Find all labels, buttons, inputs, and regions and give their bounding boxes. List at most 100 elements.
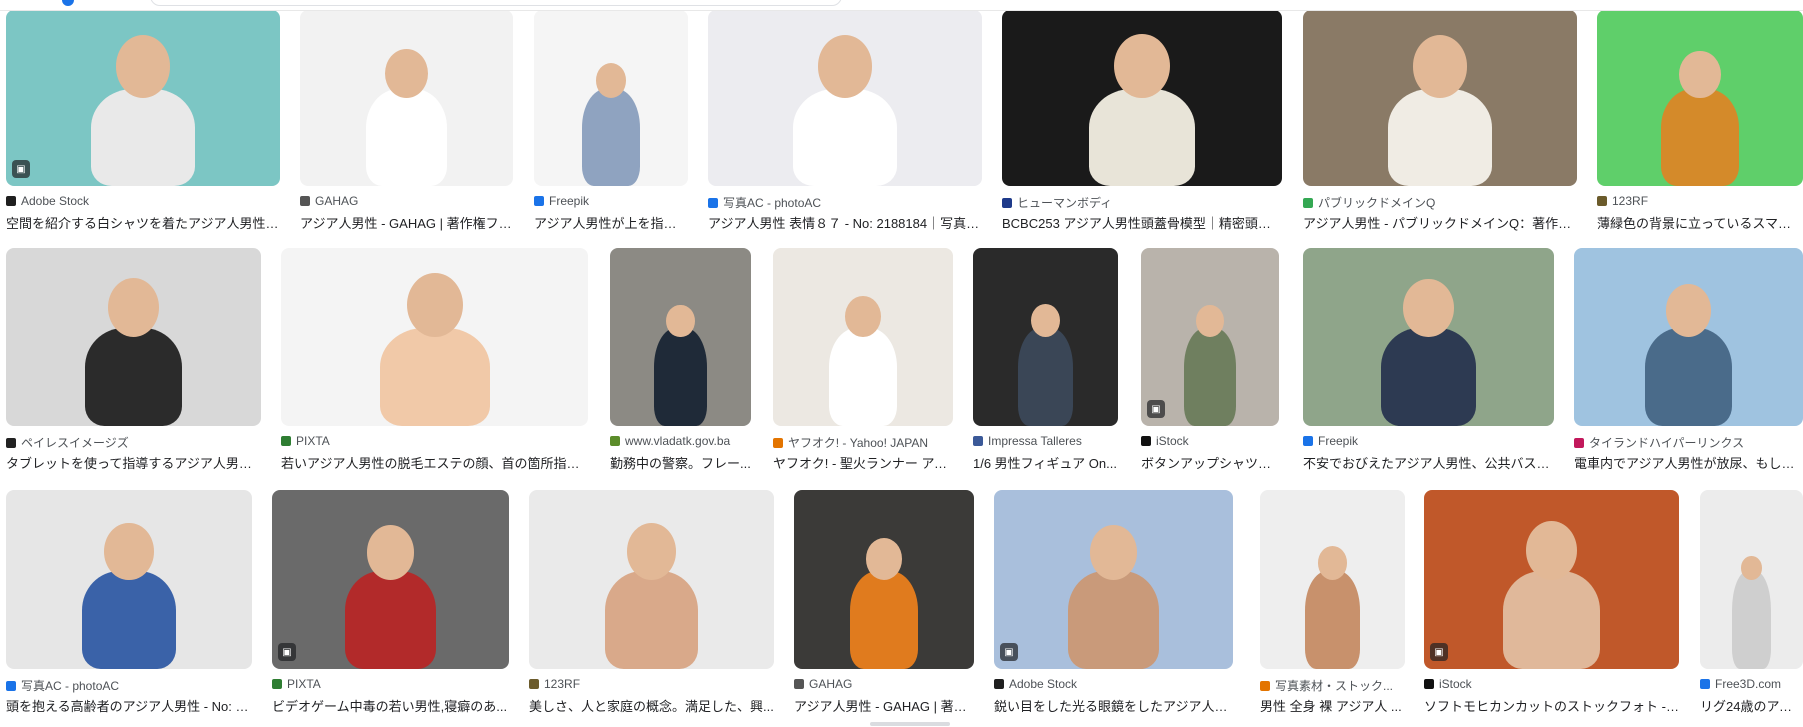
image-thumbnail[interactable]: [708, 10, 982, 186]
image-thumbnail[interactable]: [1700, 490, 1803, 669]
image-result[interactable]: ▣ iStock ボタンアップシャツを...: [1141, 248, 1279, 474]
image-result[interactable]: GAHAG アジア人男性 - GAHAG | 著作...: [794, 490, 974, 717]
image-result[interactable]: Freepik 不安でおびえたアジア人男性、公共バスに...: [1303, 248, 1554, 474]
image-result[interactable]: ▣ PIXTA ビデオゲーム中毒の若い男性,寝癖のあ...: [272, 490, 509, 717]
image-caption[interactable]: 1/6 男性フィギュア On...: [973, 453, 1118, 472]
image-thumbnail[interactable]: [281, 248, 588, 426]
image-source[interactable]: 写真AC - photoAC: [6, 677, 252, 694]
image-result[interactable]: タイランドハイパーリンクス電車内でアジア人男性が放尿、もしも新型...: [1574, 248, 1803, 474]
image-source[interactable]: GAHAG: [794, 677, 974, 691]
image-thumbnail[interactable]: [1002, 10, 1282, 186]
image-source[interactable]: タイランドハイパーリンクス: [1574, 434, 1803, 451]
image-source[interactable]: iStock: [1141, 434, 1279, 448]
image-result[interactable]: パブリックドメインQ アジア人男性 - パブリックドメインQ：著作権...: [1303, 10, 1577, 234]
image-caption[interactable]: 男性 全身 裸 アジア人 ...: [1260, 696, 1405, 715]
image-result[interactable]: 123RF 美しさ、人と家庭の概念。満足した、興...: [529, 490, 774, 717]
image-caption[interactable]: ビデオゲーム中毒の若い男性,寝癖のあ...: [272, 696, 509, 715]
image-result[interactable]: 写真AC - photoAC 頭を抱える高齢者のアジア人男性 - No: 24..…: [6, 490, 252, 717]
image-thumbnail[interactable]: ▣: [6, 10, 280, 186]
image-source[interactable]: 123RF: [529, 677, 774, 691]
image-result[interactable]: PIXTA 若いアジア人男性の脱毛エステの顔、首の箇所指示...: [281, 248, 588, 474]
image-thumbnail[interactable]: [1303, 248, 1554, 426]
image-result[interactable]: 123RF 薄緑色の背景に立っているスマートカ...: [1597, 10, 1803, 234]
image-thumbnail[interactable]: [1574, 248, 1803, 426]
image-caption[interactable]: 若いアジア人男性の脱毛エステの顔、首の箇所指示...: [281, 453, 588, 472]
image-result[interactable]: ヒューマンボディ BCBC253 アジア人男性頭蓋骨模型｜精密頭蓋骨...: [1002, 10, 1282, 234]
image-caption[interactable]: 薄緑色の背景に立っているスマートカ...: [1597, 213, 1803, 232]
image-source[interactable]: Freepik: [534, 194, 688, 208]
image-result[interactable]: 写真AC - photoAC アジア人男性 表情８７ - No: 2188184｜…: [708, 10, 982, 234]
scroll-handle[interactable]: [870, 722, 950, 726]
person-head: [406, 272, 463, 337]
image-thumbnail[interactable]: [1597, 10, 1803, 186]
image-result[interactable]: ヤフオク! - Yahoo! JAPAN ヤフオク! - 聖火ランナー アジ...: [773, 248, 953, 474]
image-caption[interactable]: アジア人男性 - GAHAG | 著作...: [794, 696, 974, 715]
image-source[interactable]: PIXTA: [281, 434, 588, 448]
image-caption[interactable]: アジア人男性 - パブリックドメインQ：著作権...: [1303, 213, 1577, 232]
image-result[interactable]: ペイレスイメージズ タブレットを使って指導するアジア人男性...: [6, 248, 261, 474]
image-result[interactable]: 写真素材・ストック... 男性 全身 裸 アジア人 ...: [1260, 490, 1405, 717]
source-name: PIXTA: [296, 434, 330, 448]
image-source[interactable]: PIXTA: [272, 677, 509, 691]
image-caption[interactable]: ヤフオク! - 聖火ランナー アジ...: [773, 453, 953, 472]
image-source[interactable]: 123RF: [1597, 194, 1803, 208]
image-source[interactable]: iStock: [1424, 677, 1679, 691]
image-caption[interactable]: 鋭い目をした光る眼鏡をしたアジア人男...: [994, 696, 1233, 715]
image-caption[interactable]: 空間を紹介する白シャツを着たアジア人男性 S...: [6, 213, 280, 232]
image-thumbnail[interactable]: [6, 248, 261, 426]
site-favicon-icon: [1002, 197, 1012, 208]
image-source[interactable]: Impressa Talleres: [973, 434, 1118, 448]
image-result[interactable]: Impressa Talleres 1/6 男性フィギュア On...: [973, 248, 1118, 474]
image-caption[interactable]: 頭を抱える高齢者のアジア人男性 - No: 24...: [6, 696, 252, 715]
image-thumbnail[interactable]: [1303, 10, 1577, 186]
image-caption[interactable]: アジア人男性 表情８７ - No: 2188184｜写真素...: [708, 213, 982, 232]
image-source[interactable]: Freepik: [1303, 434, 1554, 448]
image-source[interactable]: Adobe Stock: [994, 677, 1233, 691]
image-caption[interactable]: タブレットを使って指導するアジア人男性...: [6, 453, 261, 472]
image-source[interactable]: ペイレスイメージズ: [6, 434, 261, 451]
image-thumbnail[interactable]: [794, 490, 974, 669]
image-source[interactable]: GAHAG: [300, 194, 513, 208]
image-caption[interactable]: 美しさ、人と家庭の概念。満足した、興...: [529, 696, 774, 715]
image-source[interactable]: 写真素材・ストック...: [1260, 677, 1405, 694]
image-caption[interactable]: アジア人男性 - GAHAG | 著作権フリー...: [300, 213, 513, 232]
image-source[interactable]: Free3D.com: [1700, 677, 1803, 691]
image-thumbnail[interactable]: [973, 248, 1118, 426]
image-result[interactable]: ▣ Adobe Stock 空間を紹介する白シャツを着たアジア人男性 S...: [6, 10, 280, 234]
image-thumbnail[interactable]: [610, 248, 751, 426]
search-box[interactable]: [150, 0, 842, 6]
image-result[interactable]: Freepik アジア人男性が上を指す ...: [534, 10, 688, 234]
image-caption[interactable]: BCBC253 アジア人男性頭蓋骨模型｜精密頭蓋骨...: [1002, 213, 1282, 232]
image-caption[interactable]: ボタンアップシャツを...: [1141, 453, 1279, 472]
image-result[interactable]: www.vladatk.gov.ba 勤務中の警察。フレー...: [610, 248, 751, 474]
image-thumbnail[interactable]: ▣: [1424, 490, 1679, 669]
image-thumbnail[interactable]: [529, 490, 774, 669]
image-caption[interactable]: アジア人男性が上を指す ...: [534, 213, 688, 232]
image-caption[interactable]: ソフトモヒカンカットのストックフォト - i...: [1424, 696, 1679, 715]
person-figure: [1387, 89, 1493, 186]
image-caption[interactable]: 電車内でアジア人男性が放尿、もしも新型...: [1574, 453, 1803, 472]
image-result[interactable]: ▣ iStock ソフトモヒカンカットのストックフォト - i...: [1424, 490, 1679, 717]
image-caption[interactable]: 不安でおびえたアジア人男性、公共バスに...: [1303, 453, 1554, 472]
image-source[interactable]: 写真AC - photoAC: [708, 194, 982, 211]
image-result[interactable]: Free3D.com リグ24歳のアジア...: [1700, 490, 1803, 717]
image-caption[interactable]: リグ24歳のアジア...: [1700, 696, 1803, 715]
image-source[interactable]: パブリックドメインQ: [1303, 194, 1577, 211]
image-result[interactable]: ▣ Adobe Stock 鋭い目をした光る眼鏡をしたアジア人男...: [994, 490, 1233, 717]
image-thumbnail[interactable]: ▣: [272, 490, 509, 669]
image-thumbnail[interactable]: [534, 10, 688, 186]
image-caption[interactable]: 勤務中の警察。フレー...: [610, 453, 751, 472]
image-thumbnail[interactable]: ▣: [1141, 248, 1279, 426]
image-thumbnail[interactable]: [6, 490, 252, 669]
image-source[interactable]: www.vladatk.gov.ba: [610, 434, 751, 448]
image-thumbnail[interactable]: [1260, 490, 1405, 669]
source-name: iStock: [1156, 434, 1189, 448]
image-thumbnail[interactable]: [773, 248, 953, 426]
image-thumbnail[interactable]: ▣: [994, 490, 1233, 669]
account-indicator-icon[interactable]: [62, 0, 74, 6]
image-source[interactable]: ヤフオク! - Yahoo! JAPAN: [773, 434, 953, 451]
image-thumbnail[interactable]: [300, 10, 513, 186]
image-source[interactable]: Adobe Stock: [6, 194, 280, 208]
image-source[interactable]: ヒューマンボディ: [1002, 194, 1282, 211]
image-result[interactable]: GAHAG アジア人男性 - GAHAG | 著作権フリー...: [300, 10, 513, 234]
